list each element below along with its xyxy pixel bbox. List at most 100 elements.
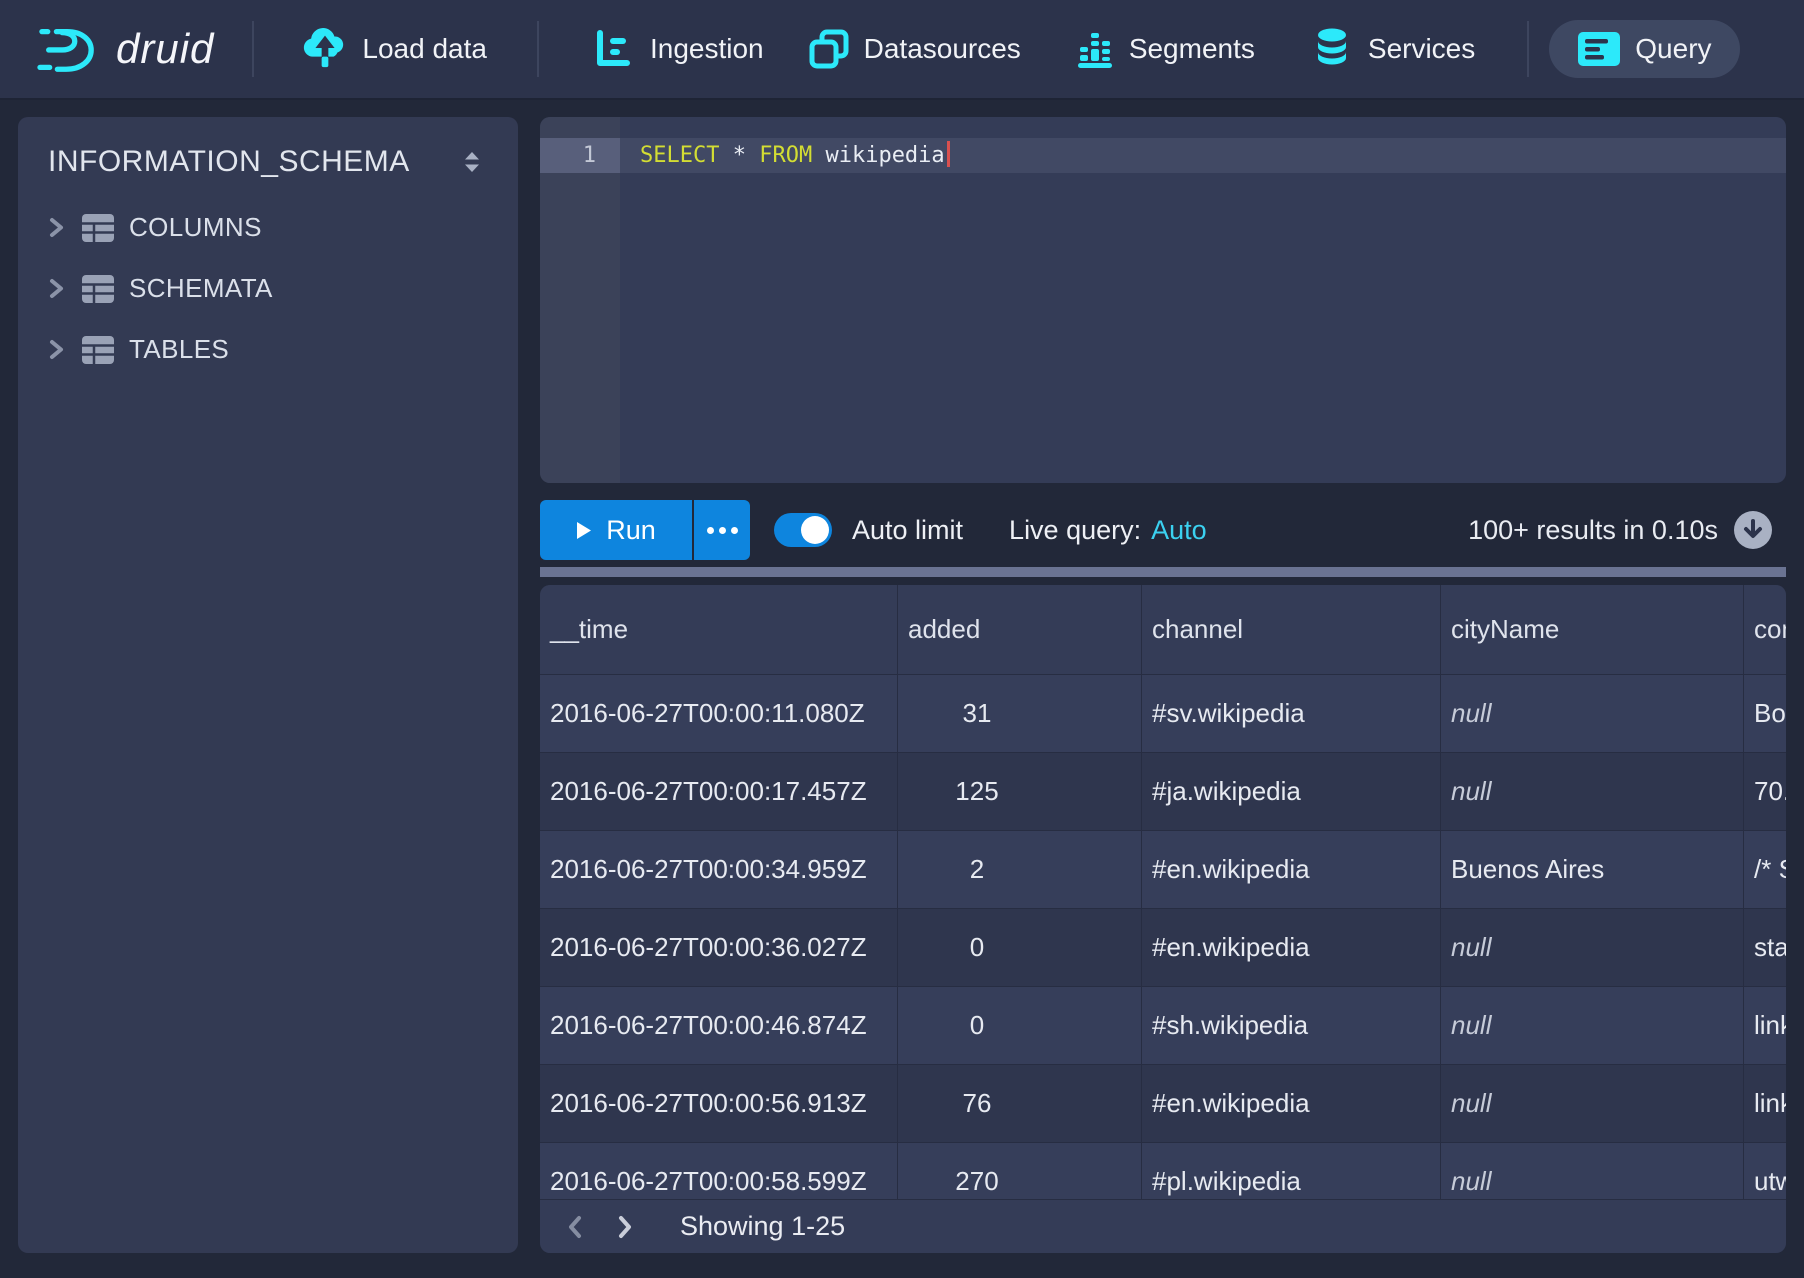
- nav-item-segments[interactable]: Segments: [1075, 29, 1255, 69]
- table-cell[interactable]: 2016-06-27T00:00:46.874Z: [540, 987, 898, 1064]
- table-cell[interactable]: link: [1744, 987, 1786, 1064]
- live-query: Live query: Auto: [1009, 515, 1207, 546]
- sql-keyword: SELECT: [640, 143, 719, 168]
- column-header-comment[interactable]: comment: [1744, 585, 1786, 674]
- previous-page-button[interactable]: [564, 1214, 586, 1240]
- chevron-right-icon[interactable]: [48, 217, 65, 238]
- table-cell[interactable]: 0: [898, 987, 1142, 1064]
- table-cell[interactable]: null: [1441, 675, 1744, 752]
- tree-item-tables[interactable]: TABLES: [18, 319, 518, 380]
- nav-item-query-active[interactable]: Query: [1549, 20, 1739, 78]
- tree-item-label: TABLES: [129, 334, 229, 365]
- table-cell[interactable]: link: [1744, 1065, 1786, 1142]
- column-header-cityname[interactable]: cityName: [1441, 585, 1744, 674]
- navbar-divider: [537, 21, 539, 77]
- table-cell[interactable]: #en.wikipedia: [1142, 1065, 1441, 1142]
- schema-selector[interactable]: INFORMATION_SCHEMA: [18, 117, 518, 179]
- nav-item-services[interactable]: Services: [1312, 27, 1475, 71]
- schema-selector-value: INFORMATION_SCHEMA: [48, 145, 410, 179]
- table-grid-icon: [81, 335, 115, 365]
- column-header-added[interactable]: added: [898, 585, 1142, 674]
- druid-logo-icon: [36, 21, 100, 77]
- ingestion-chart-icon: [594, 29, 636, 69]
- table-cell[interactable]: 0: [898, 909, 1142, 986]
- tree-item-columns[interactable]: COLUMNS: [18, 197, 518, 258]
- column-header-time[interactable]: __time: [540, 585, 898, 674]
- table-cell[interactable]: 31: [898, 675, 1142, 752]
- query-results-panel: __time added channel cityName comment 20…: [540, 585, 1786, 1253]
- download-results-button[interactable]: [1734, 511, 1772, 549]
- segment-bars-icon: [1075, 29, 1115, 69]
- schema-sidebar: INFORMATION_SCHEMA COLUMNS: [18, 117, 518, 1253]
- table-cell[interactable]: 70.: [1744, 753, 1786, 830]
- table-cell[interactable]: 2016-06-27T00:00:36.027Z: [540, 909, 898, 986]
- nav-item-ingestion[interactable]: Ingestion: [594, 29, 764, 69]
- text-cursor: [947, 141, 950, 167]
- results-summary: 100+ results in 0.10s: [1468, 515, 1718, 546]
- table-cell[interactable]: #en.wikipedia: [1142, 909, 1441, 986]
- ellipsis-icon: [707, 527, 714, 534]
- nav-item-label: Services: [1368, 33, 1475, 65]
- run-toolbar: Run Auto limit Live query:Auto 100+ resu…: [540, 492, 1786, 568]
- nav-item-label: Load data: [362, 33, 487, 65]
- table-row: 2016-06-27T00:00:34.959Z2#en.wikipediaBu…: [540, 831, 1786, 909]
- auto-limit-toggle[interactable]: [774, 513, 832, 547]
- sql-keyword: FROM: [759, 143, 812, 168]
- table-cell[interactable]: /* S: [1744, 831, 1786, 908]
- download-icon: [1741, 518, 1765, 542]
- table-cell[interactable]: 2016-06-27T00:00:34.959Z: [540, 831, 898, 908]
- toggle-knob: [801, 516, 829, 544]
- druid-brand[interactable]: druid: [36, 21, 214, 77]
- table-cell[interactable]: 76: [898, 1065, 1142, 1142]
- live-query-value[interactable]: Auto: [1151, 515, 1207, 545]
- next-page-button[interactable]: [614, 1214, 636, 1240]
- panel-resize-handle[interactable]: [540, 567, 1786, 577]
- results-footer: Showing 1-25: [540, 1199, 1786, 1253]
- table-cell[interactable]: 2016-06-27T00:00:11.080Z: [540, 675, 898, 752]
- table-grid-icon: [81, 274, 115, 304]
- table-cell[interactable]: #en.wikipedia: [1142, 831, 1441, 908]
- chevron-right-icon[interactable]: [48, 339, 65, 360]
- sql-editor[interactable]: 1 SELECT * FROM wikipedia: [540, 117, 1786, 483]
- table-cell[interactable]: #sh.wikipedia: [1142, 987, 1441, 1064]
- sql-query-text[interactable]: SELECT * FROM wikipedia: [640, 138, 950, 173]
- table-cell[interactable]: null: [1441, 909, 1744, 986]
- tree-item-schemata[interactable]: SCHEMATA: [18, 258, 518, 319]
- table-cell[interactable]: #sv.wikipedia: [1142, 675, 1441, 752]
- table-cell[interactable]: #pl.wikipedia: [1142, 1143, 1441, 1199]
- more-options-button[interactable]: [694, 500, 750, 560]
- pagination-status: Showing 1-25: [680, 1211, 845, 1242]
- table-cell[interactable]: null: [1441, 1143, 1744, 1199]
- table-cell[interactable]: #ja.wikipedia: [1142, 753, 1441, 830]
- table-cell[interactable]: null: [1441, 987, 1744, 1064]
- nav-item-load-data[interactable]: Load data: [302, 27, 487, 71]
- brand-wordmark: druid: [116, 25, 214, 73]
- run-button-label: Run: [606, 515, 656, 546]
- nav-item-label: Segments: [1129, 33, 1255, 65]
- nav-item-datasources[interactable]: Datasources: [808, 29, 1021, 69]
- navbar-divider: [1527, 21, 1529, 77]
- table-cell[interactable]: null: [1441, 1065, 1744, 1142]
- double-caret-icon: [462, 150, 482, 174]
- table-cell[interactable]: utw: [1744, 1143, 1786, 1199]
- play-icon: [576, 521, 592, 540]
- live-query-label: Live query:: [1009, 515, 1141, 545]
- table-cell[interactable]: null: [1441, 753, 1744, 830]
- table-cell[interactable]: 125: [898, 753, 1142, 830]
- line-number: 1: [540, 138, 620, 173]
- table-cell[interactable]: Bot: [1744, 675, 1786, 752]
- run-button[interactable]: Run: [540, 500, 692, 560]
- schema-tree: COLUMNS SCHEMATA: [18, 197, 518, 380]
- table-cell[interactable]: 2016-06-27T00:00:56.913Z: [540, 1065, 898, 1142]
- stacked-layers-icon: [808, 29, 850, 69]
- table-grid-icon: [81, 213, 115, 243]
- table-cell[interactable]: 2016-06-27T00:00:17.457Z: [540, 753, 898, 830]
- table-cell[interactable]: 2: [898, 831, 1142, 908]
- chevron-right-icon[interactable]: [48, 278, 65, 299]
- table-cell[interactable]: Buenos Aires: [1441, 831, 1744, 908]
- table-cell[interactable]: 2016-06-27T00:00:58.599Z: [540, 1143, 898, 1199]
- table-cell[interactable]: 270: [898, 1143, 1142, 1199]
- table-row: 2016-06-27T00:00:58.599Z270#pl.wikipedia…: [540, 1143, 1786, 1199]
- table-cell[interactable]: sta: [1744, 909, 1786, 986]
- column-header-channel[interactable]: channel: [1142, 585, 1441, 674]
